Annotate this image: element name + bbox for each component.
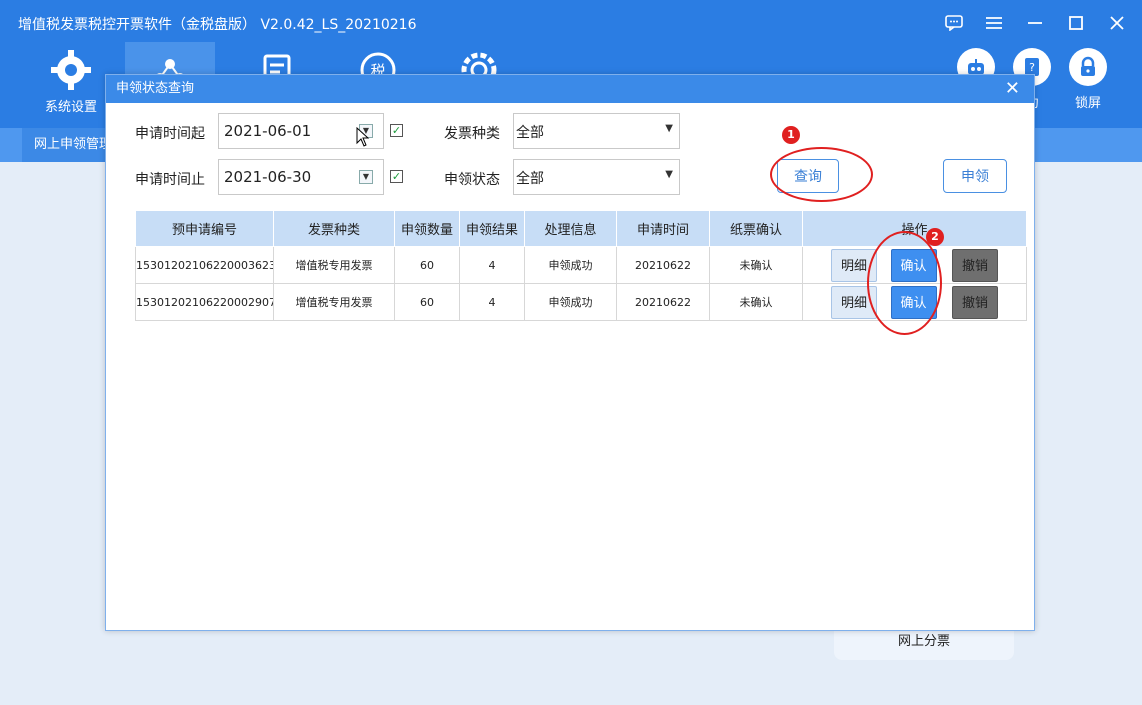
invoice-type-select[interactable]: 全部 ▼ (513, 113, 680, 149)
dialog-header: 申领状态查询 ✕ (106, 75, 1034, 103)
feedback-icon[interactable] (941, 10, 967, 36)
cell-paper: 未确认 (709, 283, 803, 321)
chevron-down-icon: ▼ (665, 169, 673, 180)
annotation-circle-2 (867, 231, 942, 335)
end-date-picker[interactable]: 2021-06-30 ▼ (218, 159, 384, 195)
maximize-icon[interactable] (1063, 10, 1089, 36)
apply-button[interactable]: 申领 (943, 159, 1007, 193)
app-title: 增值税发票税控开票软件（金税盘版） V2.0.42_LS_20210216 (18, 17, 417, 33)
column-header: 申领数量 (394, 210, 460, 247)
nav-system-settings[interactable]: 系统设置 (26, 42, 116, 128)
start-date-checkbox[interactable]: ✓ (390, 124, 403, 137)
chevron-down-icon[interactable]: ▼ (359, 170, 373, 184)
cancel-button[interactable]: 撤销 (952, 285, 998, 319)
column-header: 发票种类 (273, 210, 395, 247)
nav-label: 系统设置 (44, 100, 97, 115)
annotation-badge-1: 1 (782, 126, 800, 144)
cell-result: 4 (459, 246, 525, 284)
start-date-label: 申请时间起 (135, 126, 205, 142)
chevron-down-icon: ▼ (665, 123, 673, 134)
status-value: 全部 (516, 171, 544, 187)
cell-type: 增值税专用发票 (273, 283, 395, 321)
cell-info: 申领成功 (524, 246, 617, 284)
annotation-badge-2: 2 (926, 228, 944, 246)
cell-id: 15301202106220003623 (135, 246, 274, 284)
start-date-value: 2021-06-01 (224, 122, 312, 140)
cursor-icon (356, 127, 370, 147)
column-header: 申领结果 (459, 210, 525, 247)
close-icon[interactable]: ✕ (1005, 75, 1020, 103)
cell-result: 4 (459, 283, 525, 321)
invoice-type-value: 全部 (516, 125, 544, 141)
cell-qty: 60 (394, 283, 460, 321)
column-header: 申请时间 (616, 210, 710, 247)
gear-icon (51, 50, 91, 90)
cell-paper: 未确认 (709, 246, 803, 284)
invoice-type-label: 发票种类 (444, 126, 500, 142)
cell-date: 20210622 (616, 246, 710, 284)
end-date-checkbox[interactable]: ✓ (390, 170, 403, 183)
column-header: 纸票确认 (709, 210, 803, 247)
annotation-circle-1 (770, 147, 873, 202)
svg-text:?: ? (1029, 61, 1035, 74)
end-date-label: 申请时间止 (135, 172, 205, 188)
dialog-title: 申领状态查询 (116, 81, 195, 96)
lock-screen-tool[interactable]: 锁屏 (1060, 48, 1116, 111)
column-header: 预申请编号 (135, 210, 274, 247)
column-header: 处理信息 (524, 210, 617, 247)
status-label: 申领状态 (444, 172, 500, 188)
lock-screen-label: 锁屏 (1074, 96, 1101, 111)
status-query-dialog: 申领状态查询 ✕ 申请时间起 2021-06-01 ▼ ✓ 申请时间止 2021… (105, 74, 1035, 631)
menu-icon[interactable] (981, 10, 1007, 36)
cell-id: 15301202106220002907 (135, 283, 274, 321)
close-window-icon[interactable] (1104, 10, 1130, 36)
minimize-icon[interactable] (1022, 10, 1048, 36)
cell-qty: 60 (394, 246, 460, 284)
cell-date: 20210622 (616, 283, 710, 321)
end-date-value: 2021-06-30 (224, 168, 312, 186)
lock-icon (1069, 48, 1107, 86)
cancel-button[interactable]: 撤销 (952, 248, 998, 282)
cell-type: 增值税专用发票 (273, 246, 395, 284)
cell-info: 申领成功 (524, 283, 617, 321)
status-select[interactable]: 全部 ▼ (513, 159, 680, 195)
